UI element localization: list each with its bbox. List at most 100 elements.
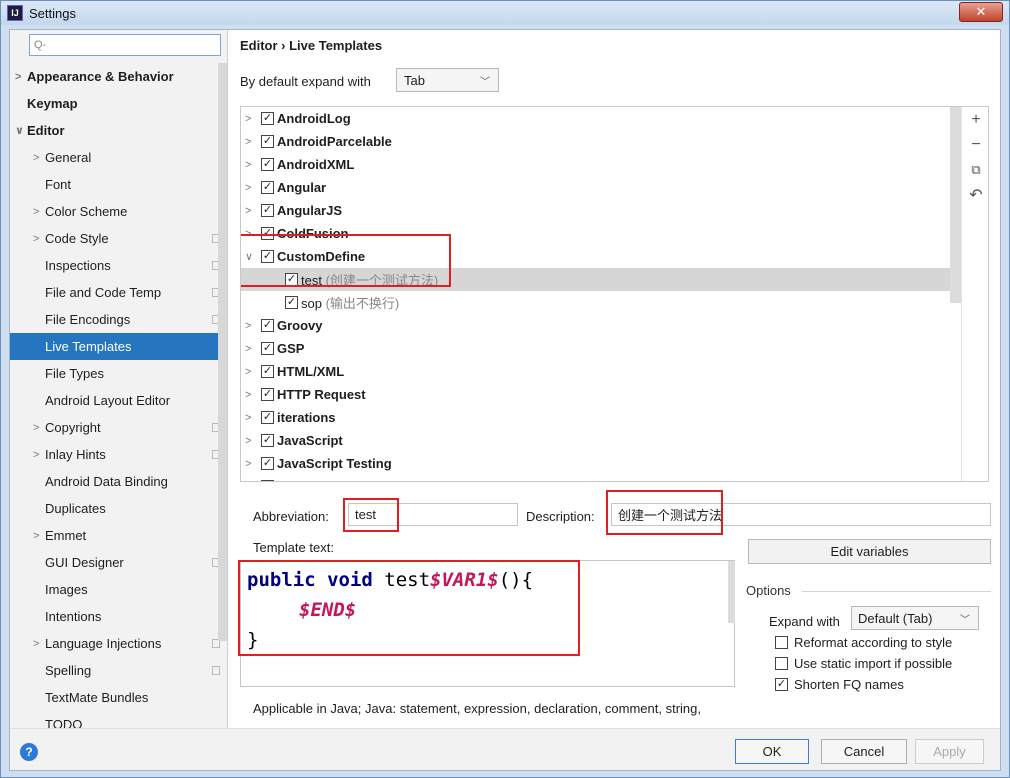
- sidebar-scrollbar[interactable]: [218, 63, 227, 641]
- template-checkbox[interactable]: ✓: [261, 112, 274, 125]
- template-checkbox[interactable]: ✓: [261, 411, 274, 424]
- shorten-fq-checkbox[interactable]: ✓: [775, 678, 788, 691]
- sidebar-item[interactable]: Android Data Binding: [10, 468, 227, 495]
- title-bar[interactable]: IJ Settings ✕: [1, 1, 1009, 25]
- sidebar-item[interactable]: > Inlay Hints: [10, 441, 227, 468]
- template-checkbox[interactable]: ✓: [261, 434, 274, 447]
- restore-icon[interactable]: ↶: [962, 182, 988, 207]
- chevron-down-icon[interactable]: ∨: [245, 250, 253, 263]
- copy-icon[interactable]: ⧉: [962, 157, 988, 182]
- remove-icon[interactable]: −: [962, 132, 988, 157]
- chevron-right-icon[interactable]: >: [245, 412, 251, 424]
- editor-scrollbar[interactable]: [728, 561, 735, 623]
- chevron-right-icon[interactable]: >: [245, 136, 251, 148]
- sidebar-item[interactable]: Font: [10, 171, 227, 198]
- sidebar-item[interactable]: > Code Style: [10, 225, 227, 252]
- template-group[interactable]: > ✓ ColdFusion: [241, 222, 961, 245]
- static-import-checkbox[interactable]: [775, 657, 788, 670]
- chevron-right-icon[interactable]: >: [245, 182, 251, 194]
- expand-default-select[interactable]: Tab ﹀: [396, 68, 499, 92]
- template-group[interactable]: > ✓ HTTP Request: [241, 383, 961, 406]
- template-group[interactable]: > ✓ GSP: [241, 337, 961, 360]
- template-group[interactable]: > ✓ iterations: [241, 406, 961, 429]
- applicable-contexts-text[interactable]: Applicable in Java; Java: statement, exp…: [253, 701, 701, 716]
- chevron-right-icon[interactable]: >: [33, 449, 45, 461]
- edit-variables-button[interactable]: Edit variables: [748, 539, 991, 564]
- sidebar-item[interactable]: File Types: [10, 360, 227, 387]
- template-checkbox[interactable]: ✓: [261, 319, 274, 332]
- template-checkbox[interactable]: ✓: [261, 135, 274, 148]
- template-group[interactable]: > ✓JSP: [241, 475, 961, 482]
- reformat-checkbox[interactable]: [775, 636, 788, 649]
- sidebar-item[interactable]: Spelling: [10, 657, 227, 684]
- sidebar-item[interactable]: Duplicates: [10, 495, 227, 522]
- sidebar-item[interactable]: Android Layout Editor: [10, 387, 227, 414]
- template-group[interactable]: > ✓ AndroidParcelable: [241, 130, 961, 153]
- settings-search-input[interactable]: Q-: [29, 34, 221, 56]
- sidebar-item[interactable]: Live Templates: [10, 333, 227, 360]
- description-input[interactable]: 创建一个测试方法: [611, 503, 991, 526]
- template-item[interactable]: ✓ test (创建一个测试方法): [241, 268, 961, 291]
- template-checkbox[interactable]: ✓: [261, 342, 274, 355]
- apply-button[interactable]: Apply: [915, 739, 984, 764]
- chevron-right-icon[interactable]: >: [245, 389, 251, 401]
- sidebar-item[interactable]: > Emmet: [10, 522, 227, 549]
- sidebar-item[interactable]: Images: [10, 576, 227, 603]
- template-group[interactable]: > ✓ AngularJS: [241, 199, 961, 222]
- chevron-right-icon[interactable]: >: [33, 233, 45, 245]
- sidebar-item[interactable]: File and Code Temp: [10, 279, 227, 306]
- reformat-option[interactable]: Reformat according to style: [775, 635, 952, 650]
- chevron-down-icon[interactable]: ∨: [15, 124, 27, 137]
- add-icon[interactable]: +: [962, 107, 988, 132]
- template-group[interactable]: > ✓ Groovy: [241, 314, 961, 337]
- sidebar-item[interactable]: > Appearance & Behavior: [10, 63, 227, 90]
- template-checkbox[interactable]: ✓: [261, 365, 274, 378]
- chevron-right-icon[interactable]: >: [15, 71, 27, 83]
- template-checkbox[interactable]: ✓: [261, 388, 274, 401]
- template-text-editor[interactable]: public void test$VAR1$(){ $END$ }: [240, 560, 735, 687]
- template-checkbox[interactable]: ✓: [261, 480, 274, 481]
- sidebar-item[interactable]: > Color Scheme: [10, 198, 227, 225]
- sidebar-item[interactable]: TextMate Bundles: [10, 684, 227, 711]
- template-group[interactable]: > ✓ HTML/XML: [241, 360, 961, 383]
- chevron-right-icon[interactable]: >: [245, 458, 251, 470]
- sidebar-item[interactable]: > Copyright: [10, 414, 227, 441]
- chevron-right-icon[interactable]: >: [33, 530, 45, 542]
- templates-scrollbar[interactable]: [950, 107, 961, 303]
- help-icon[interactable]: ?: [20, 743, 38, 761]
- chevron-right-icon[interactable]: >: [245, 113, 251, 125]
- sidebar-item[interactable]: Keymap: [10, 90, 227, 117]
- sidebar-item[interactable]: Inspections: [10, 252, 227, 279]
- chevron-right-icon[interactable]: >: [33, 422, 45, 434]
- template-checkbox[interactable]: ✓: [261, 227, 274, 240]
- template-checkbox[interactable]: ✓: [261, 204, 274, 217]
- template-checkbox[interactable]: ✓: [261, 457, 274, 470]
- chevron-right-icon[interactable]: >: [245, 481, 251, 482]
- template-group[interactable]: > ✓ AndroidLog: [241, 107, 961, 130]
- template-group[interactable]: > ✓ JavaScript: [241, 429, 961, 452]
- template-item[interactable]: ✓ sop (输出不换行): [241, 291, 961, 314]
- template-group[interactable]: > ✓ JavaScript Testing: [241, 452, 961, 475]
- template-checkbox[interactable]: ✓: [261, 181, 274, 194]
- template-checkbox[interactable]: ✓: [261, 250, 274, 263]
- chevron-right-icon[interactable]: >: [245, 366, 251, 378]
- cancel-button[interactable]: Cancel: [821, 739, 907, 764]
- chevron-right-icon[interactable]: >: [33, 638, 45, 650]
- chevron-right-icon[interactable]: >: [245, 343, 251, 355]
- template-group[interactable]: > ✓ Angular: [241, 176, 961, 199]
- expand-with-select[interactable]: Default (Tab) ﹀: [851, 606, 979, 630]
- template-group[interactable]: ∨ ✓ CustomDefine: [241, 245, 961, 268]
- sidebar-item[interactable]: File Encodings: [10, 306, 227, 333]
- sidebar-item[interactable]: TODO: [10, 711, 227, 728]
- template-group[interactable]: > ✓ AndroidXML: [241, 153, 961, 176]
- chevron-right-icon[interactable]: >: [33, 206, 45, 218]
- ok-button[interactable]: OK: [735, 739, 809, 764]
- chevron-right-icon[interactable]: >: [33, 152, 45, 164]
- chevron-right-icon[interactable]: >: [245, 205, 251, 217]
- shorten-fq-option[interactable]: ✓ Shorten FQ names: [775, 677, 904, 692]
- abbreviation-input[interactable]: test: [348, 503, 518, 526]
- template-checkbox[interactable]: ✓: [285, 273, 298, 286]
- sidebar-item[interactable]: > Language Injections: [10, 630, 227, 657]
- sidebar-item[interactable]: ∨ Editor: [10, 117, 227, 144]
- close-button[interactable]: ✕: [959, 2, 1003, 22]
